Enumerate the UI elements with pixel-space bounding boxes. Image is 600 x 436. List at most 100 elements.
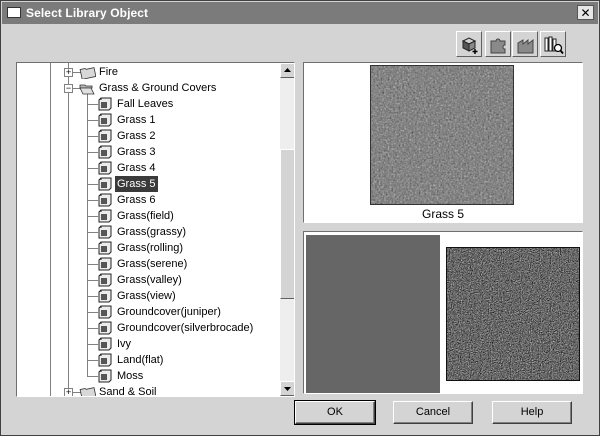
tree-item-label: Fall Leaves bbox=[117, 98, 174, 110]
tree-connector bbox=[87, 328, 98, 329]
tree-item-label: Grass(valley) bbox=[117, 274, 182, 286]
tree-item-row[interactable]: Grass(rolling) bbox=[17, 240, 280, 256]
arrow-down-icon bbox=[284, 387, 291, 391]
tree-item-row[interactable]: Land(flat) bbox=[17, 352, 280, 368]
tree-item-row[interactable]: Grass 4 bbox=[17, 160, 280, 176]
tree-item-label: Grass(serene) bbox=[117, 258, 188, 270]
library-object-icon bbox=[98, 321, 112, 335]
add-object-icon bbox=[461, 37, 478, 54]
tree-item-row[interactable]: Grass(grassy) bbox=[17, 224, 280, 240]
scroll-thumb[interactable] bbox=[280, 149, 294, 299]
tree-scrollbar[interactable] bbox=[280, 63, 294, 396]
add-object-button[interactable] bbox=[456, 31, 482, 57]
tree-item-row[interactable]: Grass(field) bbox=[17, 208, 280, 224]
tree-item-row[interactable]: Groundcover(juniper) bbox=[17, 304, 280, 320]
tree-connector bbox=[87, 344, 98, 345]
tree-item-row[interactable]: Grass 6 bbox=[17, 192, 280, 208]
library-object-icon bbox=[98, 97, 112, 111]
library-search-button[interactable] bbox=[540, 31, 566, 57]
tree-item-row[interactable]: Grass 5 bbox=[17, 176, 280, 192]
preview-panel: Grass 5 bbox=[303, 62, 583, 223]
library-object-icon bbox=[98, 129, 112, 143]
tree-connector bbox=[87, 296, 98, 297]
tree-connector bbox=[87, 168, 98, 169]
tree-item-label: Ivy bbox=[117, 338, 132, 350]
window-title: Select Library Object bbox=[26, 6, 149, 20]
tree-item-label: Grass(view) bbox=[117, 290, 176, 302]
tree-item-row[interactable]: Moss bbox=[17, 368, 280, 384]
close-icon: ✕ bbox=[580, 5, 591, 20]
library-object-icon bbox=[98, 257, 112, 271]
tree-connector bbox=[87, 120, 98, 121]
tree-connector bbox=[87, 232, 98, 233]
tree-item-label: Grass(rolling) bbox=[117, 242, 184, 254]
open-folder-icon bbox=[79, 84, 95, 95]
tree-item-row[interactable]: Fall Leaves bbox=[17, 96, 280, 112]
tree-connector bbox=[87, 376, 98, 377]
title-bar[interactable]: Select Library Object ✕ bbox=[2, 2, 598, 24]
tree-folder-row[interactable]: − Grass & Ground Covers bbox=[17, 80, 280, 96]
library-object-icon bbox=[98, 353, 112, 367]
tree-connector bbox=[87, 136, 98, 137]
tree-viewport: + Fire − Grass & Ground Covers Fall Leaves Gr… bbox=[17, 63, 280, 396]
tree-item-row[interactable]: Grass(serene) bbox=[17, 256, 280, 272]
tree-item-label: Grass(grassy) bbox=[117, 226, 187, 238]
library-object-icon bbox=[98, 193, 112, 207]
preview-caption: Grass 5 bbox=[421, 207, 464, 221]
puzzle-icon bbox=[490, 38, 506, 54]
tree-item-label: Grass(field) bbox=[117, 210, 174, 222]
expand-toggle[interactable]: + bbox=[64, 68, 73, 77]
maps-panel bbox=[303, 231, 583, 394]
tree-item-row[interactable]: Grass 1 bbox=[17, 112, 280, 128]
tree-folder-label: Grass & Ground Covers bbox=[99, 82, 217, 94]
scroll-down-button[interactable] bbox=[280, 381, 294, 396]
library-object-icon bbox=[98, 225, 112, 239]
folder-icon bbox=[79, 67, 96, 79]
tree-item-label: Grass 2 bbox=[117, 130, 156, 142]
library-object-icon bbox=[98, 241, 112, 255]
puzzle-button[interactable] bbox=[485, 31, 511, 57]
tree-item-label: Groundcover(juniper) bbox=[117, 306, 221, 318]
close-button[interactable]: ✕ bbox=[577, 5, 594, 20]
tree-connector bbox=[87, 312, 98, 313]
tree-connector bbox=[87, 248, 98, 249]
tree-item-row[interactable]: Grass(view) bbox=[17, 288, 280, 304]
library-tree[interactable]: + Fire − Grass & Ground Covers Fall Leaves Gr… bbox=[16, 62, 295, 397]
tree-item-label: Moss bbox=[117, 370, 144, 382]
tree-connector bbox=[87, 216, 98, 217]
library-object-icon bbox=[98, 369, 112, 383]
tree-connector bbox=[87, 104, 98, 105]
folder-icon bbox=[79, 387, 96, 396]
tree-connector bbox=[87, 264, 98, 265]
library-object-icon bbox=[98, 209, 112, 223]
tree-item-label: Grass 6 bbox=[117, 194, 156, 206]
library-object-icon bbox=[98, 161, 112, 175]
expand-toggle[interactable]: + bbox=[64, 388, 73, 396]
library-object-icon bbox=[98, 113, 112, 127]
factory-icon bbox=[517, 38, 534, 54]
scroll-up-button[interactable] bbox=[280, 63, 294, 78]
help-button[interactable]: Help bbox=[492, 401, 572, 424]
library-search-icon bbox=[544, 36, 564, 55]
ok-button[interactable]: OK bbox=[294, 400, 376, 425]
tree-item-row[interactable]: Ivy bbox=[17, 336, 280, 352]
tree-item-label: Groundcover(silverbrocade) bbox=[117, 322, 254, 334]
diffuse-color-swatch bbox=[306, 235, 440, 393]
tree-folder-row[interactable]: + Sand & Soil bbox=[17, 384, 280, 396]
bump-map-preview bbox=[446, 247, 580, 381]
tree-item-label: Grass 1 bbox=[117, 114, 156, 126]
tree-item-row[interactable]: Grass 3 bbox=[17, 144, 280, 160]
tree-folder-row[interactable]: + Fire bbox=[17, 64, 280, 80]
library-object-icon bbox=[98, 145, 112, 159]
tree-item-row[interactable]: Grass(valley) bbox=[17, 272, 280, 288]
tree-connector bbox=[87, 200, 98, 201]
tree-item-row[interactable]: Groundcover(silverbrocade) bbox=[17, 320, 280, 336]
select-library-object-dialog: Select Library Object ✕ + Fire − Grass &… bbox=[0, 0, 600, 436]
cancel-button[interactable]: Cancel bbox=[393, 401, 473, 424]
factory-button[interactable] bbox=[512, 31, 538, 57]
arrow-up-icon bbox=[284, 68, 291, 72]
tree-item-row[interactable]: Grass 2 bbox=[17, 128, 280, 144]
tree-connector bbox=[87, 184, 98, 185]
collapse-toggle[interactable]: − bbox=[64, 84, 73, 93]
window-icon bbox=[7, 7, 21, 18]
